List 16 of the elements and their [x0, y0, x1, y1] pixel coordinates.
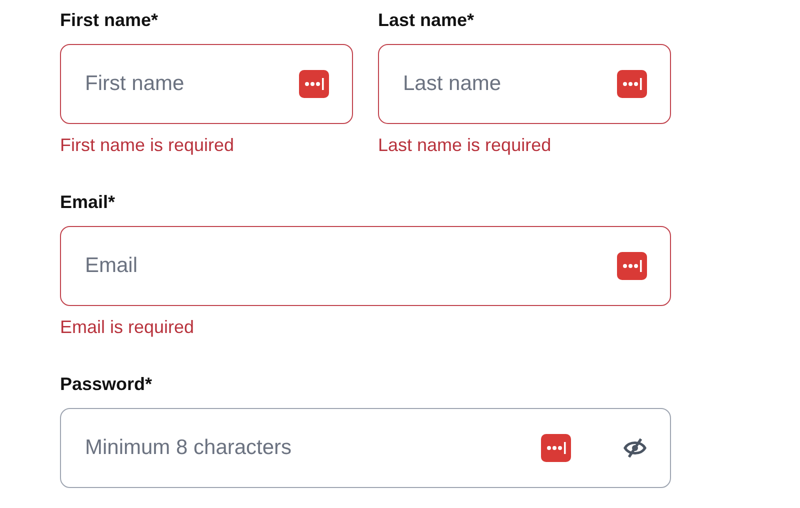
- error-message: Last name is required: [378, 134, 552, 157]
- field-label: Last name*: [378, 9, 476, 32]
- error-message: Email is required: [60, 316, 196, 339]
- password-manager-icon[interactable]: [299, 70, 329, 98]
- field-label: Password*: [60, 373, 154, 396]
- password-manager-icon[interactable]: [617, 70, 647, 98]
- field-label: Email*: [60, 191, 116, 214]
- password-manager-icon[interactable]: [617, 252, 647, 280]
- field-label: First name*: [60, 9, 160, 32]
- eye-off-icon[interactable]: [623, 437, 647, 459]
- input-field[interactable]: Email: [60, 226, 671, 306]
- input-field[interactable]: Last name: [378, 44, 671, 124]
- input-field[interactable]: Minimum 8 characters: [60, 408, 671, 488]
- input-field[interactable]: First name: [60, 44, 353, 124]
- error-message: First name is required: [60, 134, 236, 157]
- password-manager-icon[interactable]: [541, 434, 571, 462]
